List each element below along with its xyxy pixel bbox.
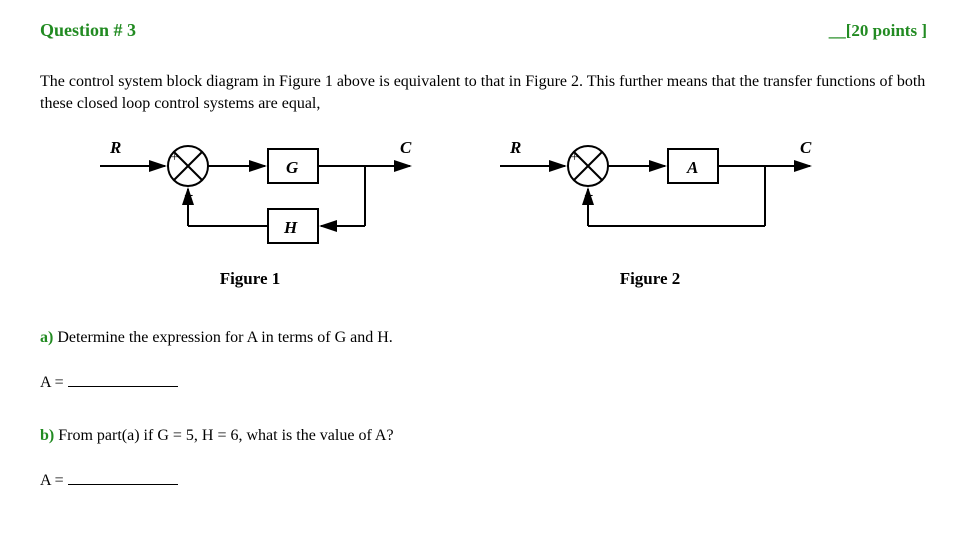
- plus-sign: +: [171, 149, 178, 164]
- figure-1-block: R + _ G C H: [70, 131, 430, 289]
- label-R: R: [109, 138, 121, 157]
- part-b-letter: b): [40, 427, 54, 444]
- figure-2-label: Figure 2: [620, 269, 681, 289]
- figure-1-diagram: R + _ G C H: [70, 131, 430, 261]
- figures-row: R + _ G C H: [40, 131, 927, 289]
- label-A: A: [686, 158, 698, 177]
- blank-a: [68, 372, 178, 387]
- label-H: H: [283, 218, 298, 237]
- part-b-text: From part(a) if G = 5, H = 6, what is th…: [54, 427, 393, 444]
- question-header: Question # 3 __[20 points ]: [40, 20, 927, 41]
- plus-sign-2: +: [571, 149, 578, 164]
- part-a-letter: a): [40, 329, 53, 346]
- label-G: G: [286, 158, 299, 177]
- figure-2-block: R + _ A C Figure 2: [470, 131, 830, 289]
- blank-b: [68, 470, 178, 485]
- label-R2: R: [509, 138, 521, 157]
- part-a-answer: A =: [40, 372, 927, 392]
- label-C2: C: [800, 138, 812, 157]
- part-b-answer: A =: [40, 470, 927, 490]
- figure-1-label: Figure 1: [220, 269, 281, 289]
- part-b: b) From part(a) if G = 5, H = 6, what is…: [40, 427, 927, 445]
- part-a-text: Determine the expression for A in terms …: [53, 329, 392, 346]
- figure-2-diagram: R + _ A C: [470, 131, 830, 261]
- question-title: Question # 3: [40, 20, 136, 41]
- part-a: a) Determine the expression for A in ter…: [40, 329, 927, 347]
- question-points: __[20 points ]: [829, 21, 927, 41]
- question-intro: The control system block diagram in Figu…: [40, 71, 927, 116]
- label-C: C: [400, 138, 412, 157]
